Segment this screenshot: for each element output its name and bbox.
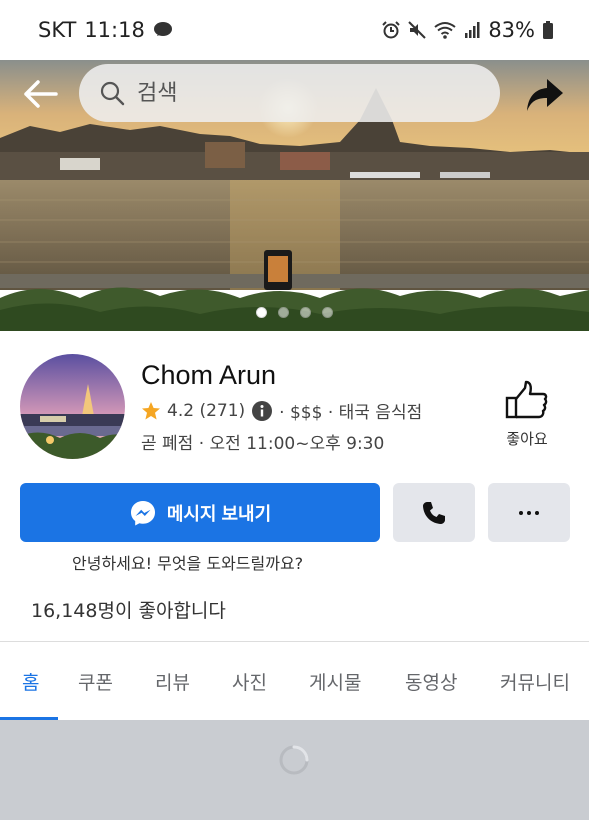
battery-percent: 83% [488, 18, 535, 42]
clock: 11:18 [84, 18, 145, 42]
alarm-icon [382, 21, 401, 39]
tab-posts[interactable]: 게시물 [309, 668, 361, 695]
call-button[interactable] [393, 483, 475, 542]
more-icon [535, 510, 539, 515]
more-icon [519, 510, 523, 515]
messenger-icon [130, 500, 155, 525]
like-button[interactable]: 좋아요 [496, 380, 558, 449]
wifi-icon [434, 21, 456, 39]
opening-hours: 곧 폐점 · 오전 11:00~오후 9:30 [141, 434, 385, 454]
more-options-button[interactable] [488, 483, 570, 542]
more-icon [527, 510, 531, 515]
tab-bar: 홈 쿠폰 리뷰 사진 게시물 동영상 커뮤니티 [0, 642, 589, 720]
profile-picture-image [20, 354, 125, 459]
tab-community[interactable]: 커뮤니티 [500, 668, 570, 695]
back-button[interactable] [20, 74, 60, 114]
content-area [0, 720, 589, 820]
thumbs-up-icon [505, 380, 548, 419]
back-arrow-icon [24, 80, 58, 108]
signal-icon [464, 22, 480, 38]
star-icon [142, 401, 160, 419]
mute-icon [408, 21, 427, 39]
send-message-button[interactable]: 메시지 보내기 [20, 483, 380, 542]
loading-spinner-icon [279, 745, 309, 775]
carousel-dot[interactable] [322, 307, 333, 318]
carrier-label: SKT [38, 18, 77, 42]
search-input[interactable] [137, 80, 477, 106]
carousel-indicator [0, 307, 589, 318]
rating-row: 4.2 (271) · $$$ · 태국 음식점 [141, 398, 422, 423]
carousel-dot[interactable] [300, 307, 311, 318]
share-icon [527, 79, 563, 111]
tab-home[interactable]: 홈 [22, 668, 39, 695]
rating-value[interactable]: 4.2 (271) [167, 401, 245, 421]
info-icon[interactable] [251, 400, 273, 422]
tab-reviews[interactable]: 리뷰 [155, 668, 190, 695]
share-button[interactable] [524, 74, 566, 116]
status-bar: SKT 11:18 83% [0, 0, 589, 60]
send-message-label: 메시지 보내기 [166, 503, 272, 524]
page-title: Chom Arun [141, 360, 277, 390]
tab-videos[interactable]: 동영상 [405, 668, 457, 695]
carousel-dot[interactable] [278, 307, 289, 318]
phone-icon [423, 501, 445, 524]
carousel-dot[interactable] [256, 307, 267, 318]
messenger-status-icon [153, 21, 173, 39]
like-label: 좋아요 [506, 430, 548, 448]
tab-photos[interactable]: 사진 [232, 668, 267, 695]
profile-picture[interactable] [20, 354, 125, 459]
search-bar[interactable] [79, 64, 500, 122]
likes-count[interactable]: 16,148명이 좋아합니다 [31, 596, 226, 623]
price-category: · $$$ · 태국 음식점 [279, 403, 423, 423]
greeting-prompt[interactable]: 안녕하세요! 무엇을 도와드릴까요? [72, 550, 303, 574]
battery-icon [543, 21, 553, 39]
tab-coupons[interactable]: 쿠폰 [78, 668, 113, 695]
search-icon [100, 81, 125, 106]
